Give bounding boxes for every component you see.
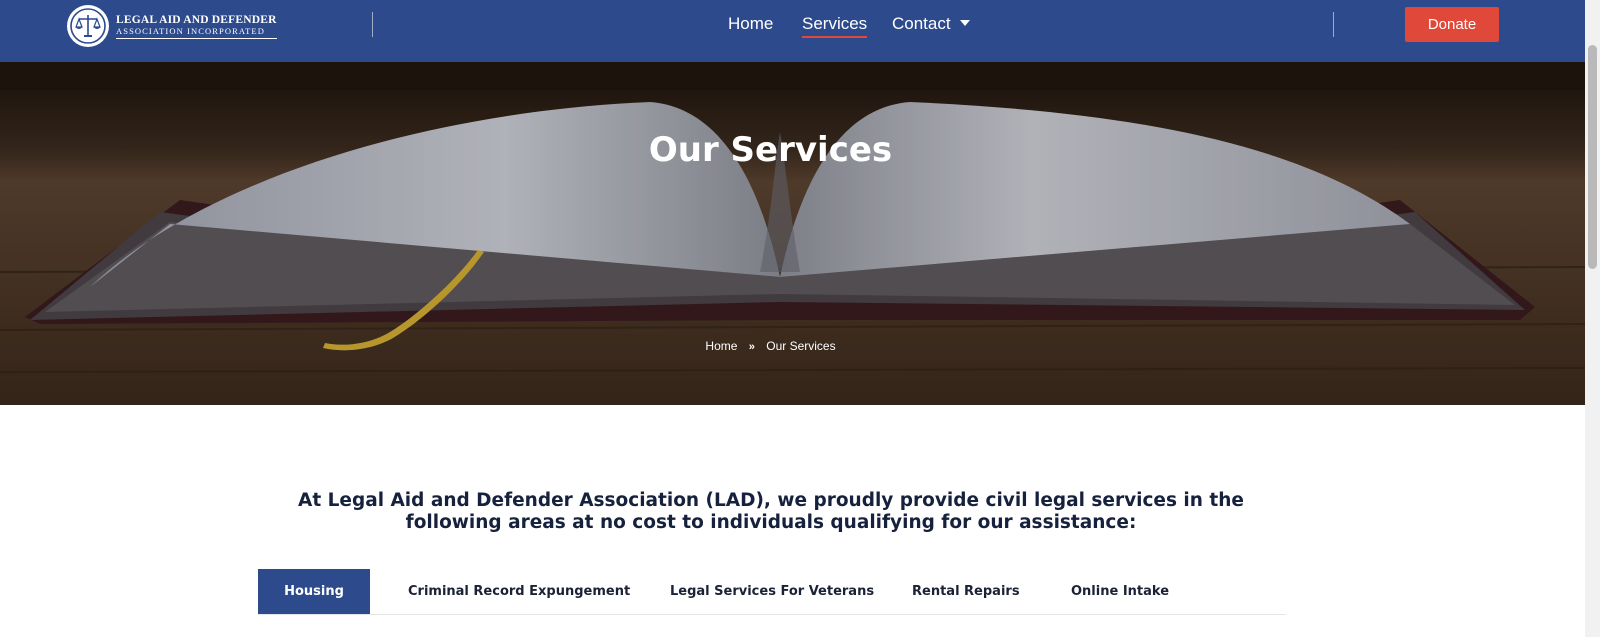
logo-wordmark: LEGAL AID AND DEFENDER ASSOCIATION INCOR… (116, 14, 277, 39)
breadcrumb: Home » Our Services (0, 339, 1541, 353)
scales-of-justice-icon (67, 5, 109, 47)
scrollbar-thumb[interactable] (1588, 45, 1597, 269)
tab-legal-services-for-veterans[interactable]: Legal Services For Veterans (670, 569, 874, 614)
donate-button[interactable]: Donate (1405, 7, 1499, 42)
tab-criminal-record-expungement[interactable]: Criminal Record Expungement (408, 569, 630, 614)
hero-banner: Our Services Home » Our Services (0, 62, 1585, 405)
nav-services[interactable]: Services (802, 14, 868, 38)
double-chevron-right-icon: » (748, 341, 755, 353)
nav-contact[interactable]: Contact (892, 14, 970, 34)
tab-online-intake[interactable]: Online Intake (1071, 569, 1169, 614)
nav-home[interactable]: Home (728, 14, 773, 34)
page-title: Our Services (648, 130, 893, 170)
site-logo[interactable]: LEGAL AID AND DEFENDER ASSOCIATION INCOR… (67, 5, 277, 47)
open-book-image (0, 62, 1585, 405)
logo-line-1: LEGAL AID AND DEFENDER (116, 13, 277, 26)
chevron-down-icon (959, 19, 970, 26)
page-scrollbar[interactable] (1585, 0, 1600, 637)
breadcrumb-current: Our Services (766, 339, 836, 353)
services-intro: At Legal Aid and Defender Association (L… (298, 490, 1244, 533)
nav-contact-label: Contact (892, 14, 951, 33)
header-divider-right (1333, 12, 1334, 37)
logo-line-2: ASSOCIATION INCORPORATED (116, 26, 277, 39)
site-header: LEGAL AID AND DEFENDER ASSOCIATION INCOR… (0, 0, 1585, 62)
services-tabs: Housing Criminal Record Expungement Lega… (258, 569, 1286, 615)
header-divider-left (372, 12, 373, 37)
tab-rental-repairs[interactable]: Rental Repairs (912, 569, 1020, 614)
breadcrumb-home[interactable]: Home (705, 339, 737, 353)
tab-housing[interactable]: Housing (258, 569, 370, 614)
